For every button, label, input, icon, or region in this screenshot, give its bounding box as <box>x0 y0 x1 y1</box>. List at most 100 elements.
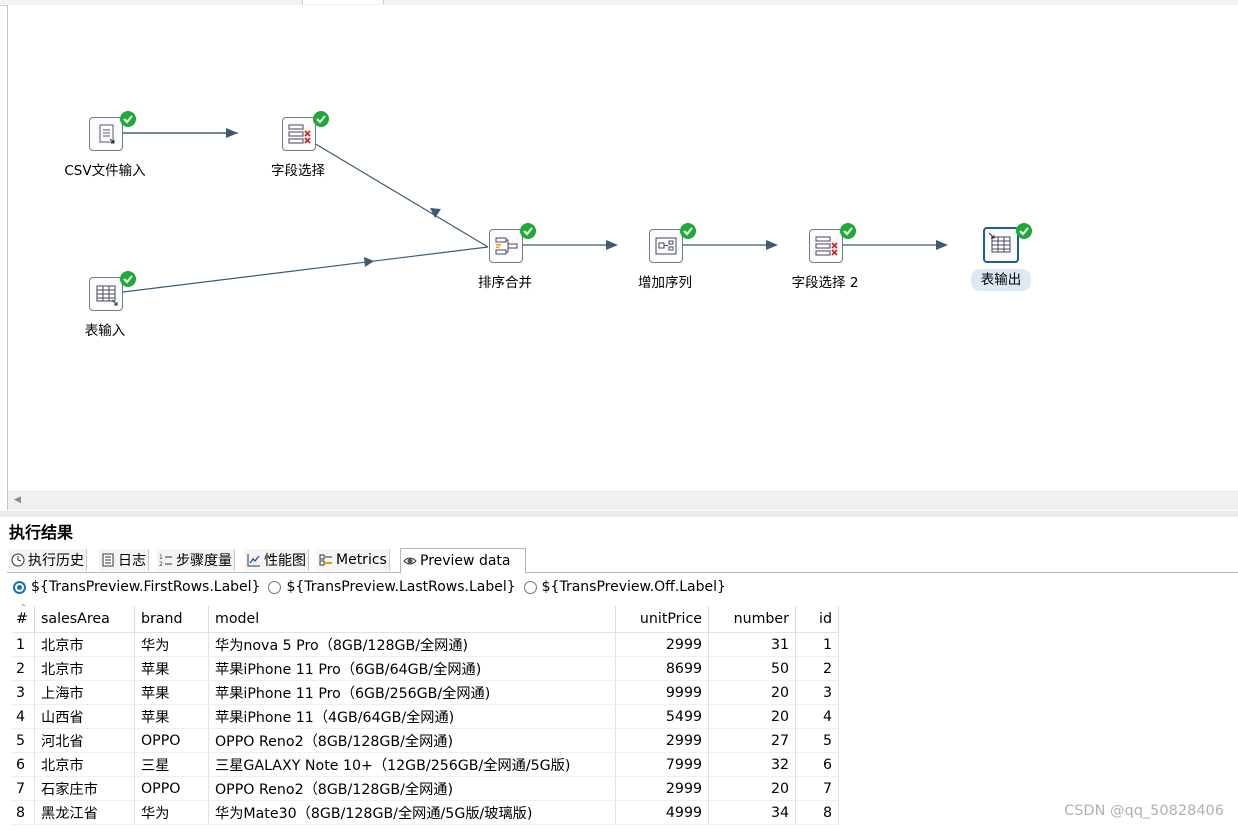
table-row[interactable]: 5 河北省 OPPO OPPO Reno2（8GB/128GB/全网通) 2999 27 5 <box>12 728 839 753</box>
eye-icon <box>403 557 417 565</box>
column-header-id[interactable]: id <box>795 606 839 633</box>
radio-last-rows[interactable]: ${TransPreview.LastRows.Label} <box>268 579 516 595</box>
cell-number: 34 <box>708 800 796 825</box>
radio-off[interactable]: ${TransPreview.Off.Label} <box>523 579 726 595</box>
tab-label: 执行历史 <box>28 553 84 569</box>
step-label: 字段选择 2 <box>791 275 859 291</box>
cell-salesarea: 北京市 <box>34 656 135 681</box>
panel-splitter[interactable] <box>0 511 1238 517</box>
cell-brand: OPPO <box>134 776 209 801</box>
step-metrics-icon: 12 <box>159 554 172 567</box>
cell-unitprice: 2999 <box>615 632 709 657</box>
table-input-icon <box>89 277 123 311</box>
svg-text:1: 1 <box>159 554 163 561</box>
cell-brand: 华为 <box>134 800 209 825</box>
tab-execution-history[interactable]: 执行历史 <box>9 549 87 571</box>
table-row[interactable]: 3 上海市 苹果 苹果iPhone 11 Pro（6GB/256GB/全网通) 9999… <box>12 680 839 705</box>
cell-unitprice: 5499 <box>615 704 709 729</box>
cell-id: 6 <box>795 752 839 777</box>
table-row[interactable]: 1 北京市 华为 华为nova 5 Pro（8GB/128GB/全网通) 2999 31 1 <box>12 632 839 657</box>
editor-tab[interactable] <box>302 0 384 4</box>
hop-arrow <box>936 240 948 250</box>
preview-mode-radio-group: ${TransPreview.FirstRows.Label} ${TransP… <box>13 576 734 598</box>
cell-brand: 三星 <box>134 752 209 777</box>
hop-arrow <box>606 240 618 250</box>
tab-step-metrics[interactable]: 12 步骤度量 <box>157 549 235 571</box>
cell-model: OPPO Reno2（8GB/128GB/全网通) <box>208 728 616 753</box>
step-label: 字段选择 <box>271 163 325 179</box>
cell-model: 苹果iPhone 11 Pro（6GB/256GB/全网通) <box>208 680 616 705</box>
column-header-rownum[interactable]: # <box>12 606 35 633</box>
clock-icon <box>11 553 25 567</box>
preview-data-table[interactable]: # salesArea brand model unitPrice number… <box>12 606 839 825</box>
check-circle-icon <box>520 223 536 239</box>
radio-label: ${TransPreview.FirstRows.Label} <box>31 579 261 595</box>
cell-salesarea: 石家庄市 <box>34 776 135 801</box>
table-row[interactable]: 2 北京市 苹果 苹果iPhone 11 Pro（6GB/64GB/全网通) 8699 5… <box>12 656 839 681</box>
step-label: CSV文件输入 <box>64 163 146 179</box>
row-number: 2 <box>12 656 35 681</box>
table-row[interactable]: 6 北京市 三星 三星GALAXY Note 10+（12GB/256GB/全网通/5… <box>12 752 839 777</box>
row-number: 5 <box>12 728 35 753</box>
cell-id: 4 <box>795 704 839 729</box>
cell-salesarea: 上海市 <box>34 680 135 705</box>
tab-performance-graph[interactable]: 性能图 <box>245 549 309 571</box>
radio-label: ${TransPreview.Off.Label} <box>541 579 726 595</box>
hops-layer <box>122 128 948 293</box>
table-row[interactable]: 8 黑龙江省 华为 华为Mate30（8GB/128GB/全网通/5G版/玻璃版) 49… <box>12 800 839 825</box>
radio-checked-icon[interactable] <box>13 580 26 594</box>
radio-label: ${TransPreview.LastRows.Label} <box>286 579 516 595</box>
cell-model: 三星GALAXY Note 10+（12GB/256GB/全网通/5G版) <box>208 752 616 777</box>
cell-brand: OPPO <box>134 728 209 753</box>
cell-salesarea: 黑龙江省 <box>34 800 135 825</box>
column-header-unitprice[interactable]: unitPrice <box>615 606 709 633</box>
check-circle-icon <box>120 271 136 287</box>
transformation-canvas[interactable]: CSV文件输入 字段选择 表输入 排序合并 增加序列 字段选择 2 表输出 <box>7 5 1238 510</box>
results-tab-bar: 执行历史 日志 12 步骤度量 性能图 Metrics Preview data <box>7 547 1238 574</box>
cell-model: 苹果iPhone 11 Pro（6GB/64GB/全网通) <box>208 656 616 681</box>
cell-salesarea: 河北省 <box>34 728 135 753</box>
tab-label: Preview data <box>420 553 511 569</box>
cell-id: 1 <box>795 632 839 657</box>
canvas-horizontal-scrollbar[interactable]: ◀ <box>8 491 1238 510</box>
cell-id: 2 <box>795 656 839 681</box>
column-header-model[interactable]: model <box>208 606 616 633</box>
radio-unchecked-icon[interactable] <box>268 580 282 594</box>
check-circle-icon <box>680 223 696 239</box>
cell-id: 8 <box>795 800 839 825</box>
scroll-left-icon[interactable]: ◀ <box>14 495 21 505</box>
table-row[interactable]: 7 石家庄市 OPPO OPPO Reno2（8GB/128GB/全网通) 2999 20… <box>12 776 839 801</box>
step-label: 排序合并 <box>478 275 532 291</box>
tab-metrics[interactable]: Metrics <box>317 549 390 571</box>
radio-first-rows[interactable]: ${TransPreview.FirstRows.Label} <box>13 579 260 595</box>
hop-arrow <box>226 128 238 138</box>
watermark: CSDN @qq_50828406 <box>1064 803 1224 819</box>
cell-number: 31 <box>708 632 796 657</box>
hop-arrow <box>766 240 778 250</box>
cell-number: 20 <box>708 680 796 705</box>
cell-brand: 苹果 <box>134 704 209 729</box>
cell-number: 32 <box>708 752 796 777</box>
column-header-brand[interactable]: brand <box>134 606 209 633</box>
tab-label: 日志 <box>118 553 146 569</box>
svg-text:2: 2 <box>159 561 163 567</box>
log-icon <box>102 553 114 567</box>
table-row[interactable]: 4 山西省 苹果 苹果iPhone 11（4GB/64GB/全网通) 5499 20 4 <box>12 704 839 729</box>
tab-label: Metrics <box>336 552 387 568</box>
table-header-row: # salesArea brand model unitPrice number… <box>12 606 839 633</box>
cell-unitprice: 7999 <box>615 752 709 777</box>
cell-salesarea: 北京市 <box>34 632 135 657</box>
radio-unchecked-icon[interactable] <box>523 580 537 594</box>
column-header-number[interactable]: number <box>708 606 796 633</box>
tab-label: 性能图 <box>264 553 306 569</box>
cell-salesarea: 山西省 <box>34 704 135 729</box>
tab-preview-data[interactable]: Preview data <box>400 548 526 574</box>
add-sequence-icon <box>649 229 683 263</box>
cell-id: 5 <box>795 728 839 753</box>
sorted-merge-icon <box>489 229 523 263</box>
cell-model: 华为Mate30（8GB/128GB/全网通/5G版/玻璃版) <box>208 800 616 825</box>
column-header-salesarea[interactable]: salesArea <box>34 606 135 633</box>
tab-log[interactable]: 日志 <box>99 549 149 571</box>
step-label: 表输出 <box>971 269 1031 291</box>
check-circle-icon <box>1016 223 1032 239</box>
